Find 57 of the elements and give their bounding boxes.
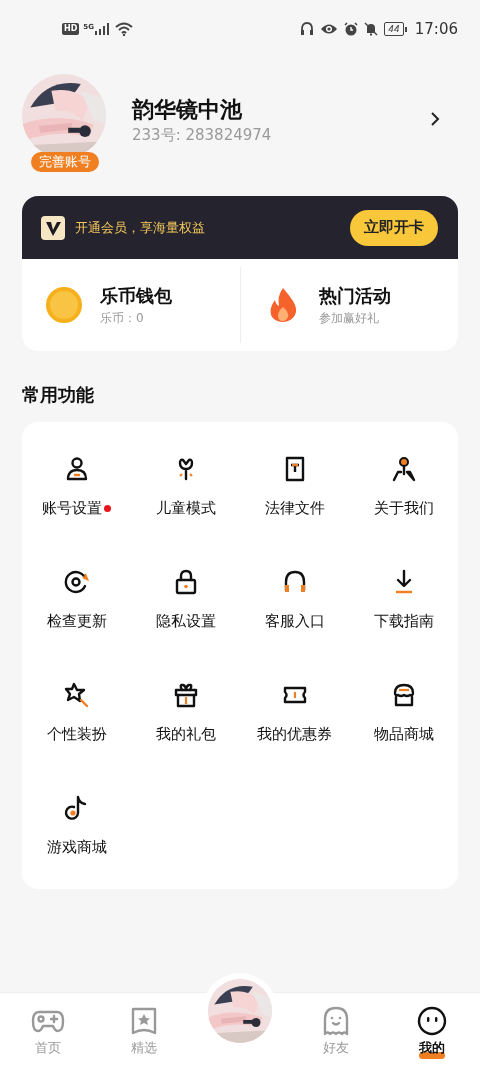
function-label: 我的礼包: [155, 724, 216, 745]
function-label: 游戏商城: [46, 837, 107, 858]
chevron-right-icon[interactable]: [430, 112, 440, 126]
function-item[interactable]: 法律文件: [240, 449, 349, 562]
clock-time: 17:06: [414, 18, 458, 40]
nav-tab-label: 首页: [35, 1039, 61, 1057]
magic-wand-icon: [62, 681, 91, 709]
headphones-icon: [300, 22, 315, 36]
function-item[interactable]: 下载指南: [349, 562, 458, 675]
bell-off-icon: [364, 22, 379, 36]
function-item[interactable]: 关于我们: [349, 449, 458, 562]
nav-tab[interactable]: 我的: [384, 993, 480, 1067]
function-label: 法律文件: [264, 498, 325, 519]
hd-badge: HD: [62, 23, 80, 35]
nav-tab-label: 我的: [419, 1039, 445, 1057]
battery-icon: 44: [384, 22, 407, 36]
wifi-icon: [114, 22, 133, 36]
username: 韵华镜中池: [132, 96, 243, 124]
shortcut-subtitle: 乐币：0: [100, 310, 145, 327]
function-label: 隐私设置: [155, 611, 216, 632]
signal-icon: [94, 23, 109, 35]
function-label: 检查更新: [46, 611, 107, 632]
function-item[interactable]: 检查更新: [22, 562, 131, 675]
function-item[interactable]: 我的优惠券: [240, 675, 349, 788]
vip-promo-text: 开通会员，享海量权益: [75, 218, 206, 237]
function-label: 下载指南: [373, 611, 434, 632]
vip-banner[interactable]: 开通会员，享海量权益 立即开卡: [22, 196, 458, 259]
function-label: 客服入口: [264, 611, 325, 632]
open-card-button[interactable]: 立即开卡: [350, 209, 438, 246]
section-title: 常用功能: [22, 384, 94, 405]
shortcut-title: 乐币钱包: [100, 284, 172, 308]
function-item[interactable]: 儿童模式: [131, 449, 240, 562]
function-label: 我的优惠券: [257, 724, 332, 745]
refresh-icon: [62, 568, 91, 596]
function-label: 儿童模式: [155, 498, 216, 519]
eye-icon: [320, 23, 339, 35]
coin-icon: [45, 286, 83, 324]
function-item[interactable]: 账号设置: [22, 449, 131, 562]
function-item[interactable]: 隐私设置: [131, 562, 240, 675]
alarm-icon: [344, 22, 359, 36]
shortcut-title: 热门活动: [318, 284, 391, 308]
function-label: 个性装扮: [46, 724, 107, 745]
shortcut-subtitle: 参加赢好礼: [318, 310, 380, 327]
vip-logo-icon: [41, 215, 65, 240]
wallet-shortcut[interactable]: 乐币钱包 乐币：0: [22, 259, 240, 351]
user-id: 233号: 283824974: [132, 125, 273, 145]
function-label: 关于我们: [373, 498, 434, 519]
function-label: 账号设置: [42, 498, 102, 519]
function-item[interactable]: 我的礼包: [131, 675, 240, 788]
function-item[interactable]: 物品商城: [349, 675, 458, 788]
nav-tab-label: 好友: [323, 1039, 349, 1057]
nav-tab-label: 精选: [131, 1039, 157, 1057]
function-item[interactable]: 游戏商城: [22, 788, 131, 901]
activity-shortcut[interactable]: 热门活动 参加赢好礼: [240, 259, 458, 351]
function-label: 物品商城: [373, 724, 434, 745]
function-item[interactable]: 客服入口: [240, 562, 349, 675]
function-item[interactable]: 个性装扮: [22, 675, 131, 788]
